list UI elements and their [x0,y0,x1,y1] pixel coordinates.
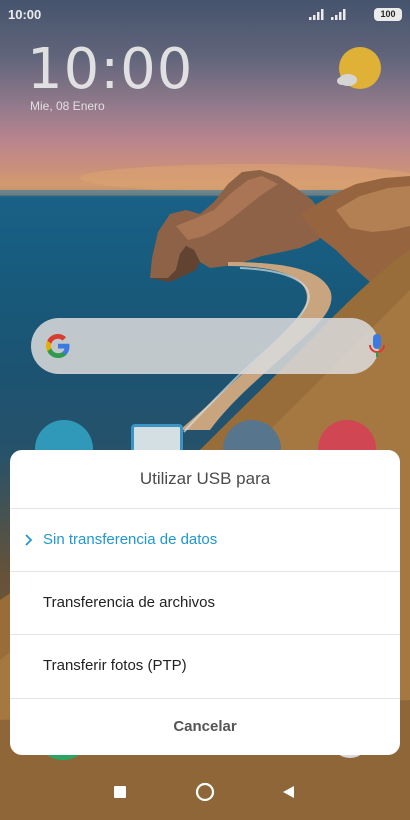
navigation-bar [0,764,410,820]
circle-home-icon[interactable] [195,782,215,802]
option-label: Transferencia de archivos [43,594,216,611]
option-label: Sin transferencia de datos [43,531,218,548]
option-file-transfer[interactable]: Transferencia de archivos [10,571,400,634]
chevron-right-icon [25,534,33,546]
usb-mode-dialog: Utilizar USB para Sin transferencia de d… [10,450,400,755]
square-recents-icon[interactable] [114,786,126,798]
dialog-title: Utilizar USB para [139,469,271,488]
cancel-button[interactable]: Cancelar [10,698,400,755]
option-no-data-transfer[interactable]: Sin transferencia de datos [10,508,400,571]
triangle-back-icon[interactable] [282,785,295,799]
option-photo-transfer-ptp[interactable]: Transferir fotos (PTP) [10,634,400,697]
option-label: Transferir fotos (PTP) [43,657,187,674]
